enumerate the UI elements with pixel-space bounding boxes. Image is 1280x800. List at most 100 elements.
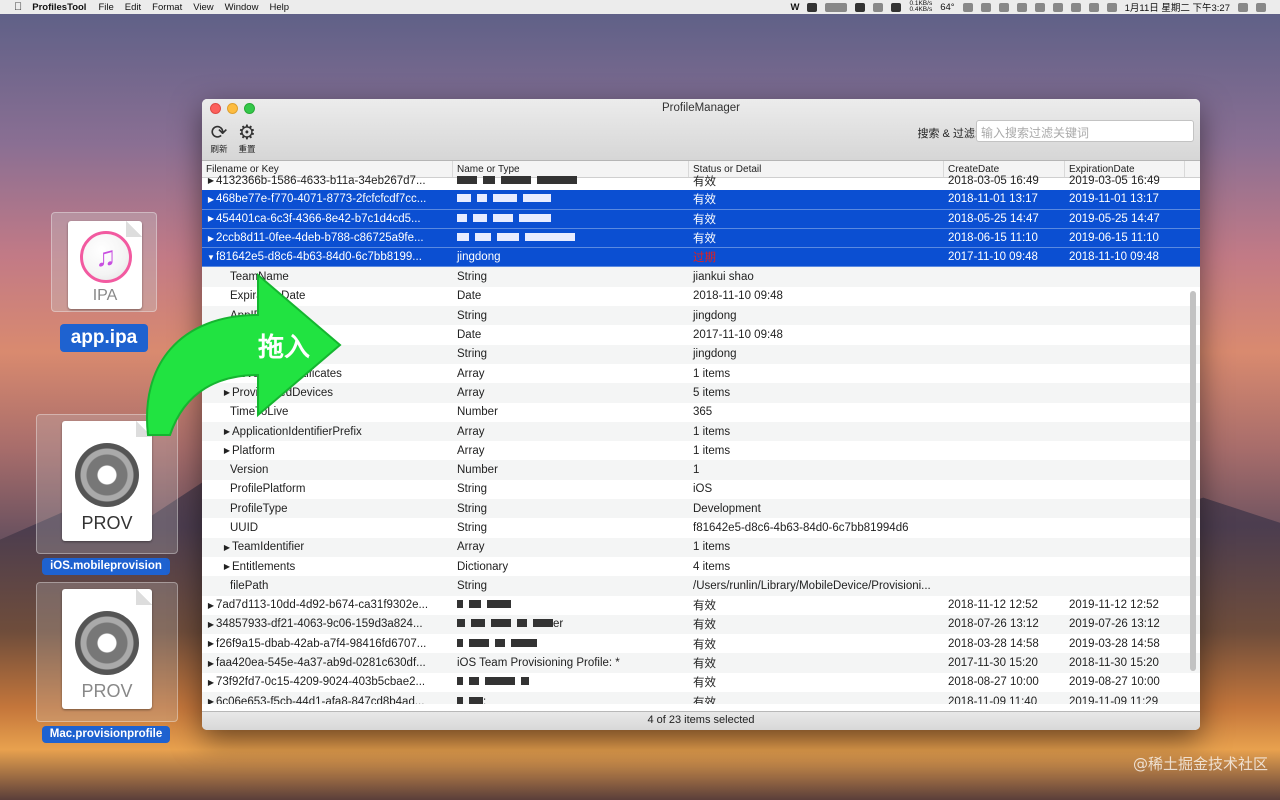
table-row-expanded[interactable]: ▼ f81642e5-d8c6-4b63-84d0-6c7bb8199... ji… — [202, 248, 1200, 268]
child-row[interactable]: filePath String/Users/runlin/Library/Mobi… — [202, 576, 1200, 596]
disclosure-triangle-icon[interactable]: ▶ — [222, 446, 232, 455]
vertical-scrollbar[interactable] — [1190, 291, 1196, 671]
redacted-name — [457, 213, 551, 222]
child-row[interactable]: ▶ TeamIdentifier Array 1 items — [202, 537, 1200, 557]
flag-icon[interactable] — [1106, 2, 1117, 12]
table-row[interactable]: ▶ 2ccb8d11-0fee-4deb-b788-c86725a9fe... 有… — [202, 228, 1200, 249]
disclosure-triangle-icon[interactable]: ▶ — [206, 195, 216, 204]
disclosure-triangle-icon[interactable]: ▶ — [206, 620, 216, 629]
network-speed: 0.1KB/s 0.4KB/s — [909, 0, 933, 13]
child-row[interactable]: NameStringjingdong — [202, 344, 1200, 364]
document-icon: PROV — [62, 421, 152, 541]
disclosure-triangle-icon[interactable]: ▶ — [206, 678, 216, 687]
child-row[interactable]: ▶ProvisionedDevicesArray5 items — [202, 383, 1200, 403]
child-row[interactable]: Version Number 1 — [202, 460, 1200, 480]
word-icon[interactable]: W — [790, 2, 799, 13]
table-row[interactable]: ▶ faa420ea-545e-4a37-ab9d-0281c630df... i… — [202, 653, 1200, 673]
redacted-name — [457, 600, 511, 609]
menu-file[interactable]: File — [98, 2, 113, 13]
redacted-name — [457, 696, 483, 704]
app-menu[interactable]: ProfilesTool — [32, 2, 86, 13]
bluetooth-icon[interactable] — [1034, 2, 1045, 12]
search-label: 搜索 & 过滤: — [917, 128, 978, 140]
disclosure-triangle-icon[interactable]: ▶ — [222, 543, 232, 552]
menu-help[interactable]: Help — [269, 2, 289, 13]
child-row[interactable]: ExpirationDateDate2018-11-10 09:48 — [202, 287, 1200, 306]
status-area: W 0.1KB/s 0.4KB/s 64° 1月11日 星期二 下午3:27 — [790, 0, 1280, 14]
table-row[interactable]: ▶ f26f9a15-dbab-42ab-a7f4-98416fd6707... … — [202, 634, 1200, 653]
time-machine-icon[interactable] — [1016, 2, 1027, 12]
refresh-icon: ⟳ — [210, 121, 228, 144]
table-row[interactable]: ▶ 4132366b-1586-4633-b11a-34eb267d7... 有效… — [202, 171, 1200, 190]
vpn-icon[interactable] — [980, 2, 991, 12]
app-status-icon[interactable] — [807, 2, 818, 12]
menu-view[interactable]: View — [193, 2, 213, 13]
table-row[interactable]: ▶ 454401ca-6c3f-4366-8e42-b7c1d4cd5... 有效… — [202, 209, 1200, 229]
mac-provision-filename[interactable]: Mac.provisionprofile — [42, 726, 170, 743]
prov-icon-label: PROV — [81, 513, 133, 533]
child-row[interactable]: TimeToLiveNumber365 — [202, 403, 1200, 422]
gear-icon — [75, 443, 139, 507]
volume-icon[interactable] — [1070, 2, 1081, 12]
window-title: ProfileManager — [662, 102, 740, 114]
status-bar: 4 of 23 items selected — [202, 711, 1200, 730]
search-input[interactable]: 输入搜索过滤关键词 — [976, 120, 1194, 142]
mac-provision-file-icon[interactable]: PROV — [36, 582, 178, 722]
memory-icon[interactable] — [873, 2, 884, 12]
disclosure-triangle-icon[interactable]: ▶ — [222, 562, 232, 571]
menu-window[interactable]: Window — [225, 2, 259, 13]
child-row[interactable]: UUID String f81642e5-d8c6-4b63-84d0-6c7bb8… — [202, 518, 1200, 537]
reset-label: 重置 — [238, 144, 256, 154]
grid-icon[interactable] — [855, 2, 866, 12]
disclosure-triangle-icon[interactable]: ▶ — [206, 234, 216, 243]
gear-icon — [75, 611, 139, 675]
disclosure-triangle-icon[interactable]: ▶ — [206, 659, 216, 668]
table-row[interactable]: ▶ 7ad7d113-10dd-4d92-b674-ca31f9302e... 有… — [202, 596, 1200, 615]
reset-button[interactable]: ⚙ 重置 — [236, 121, 258, 155]
drag-in-label: 拖入 — [258, 333, 311, 363]
temperature: 64° — [940, 1, 955, 13]
child-row[interactable]: TeamNameStringjiankui shao — [202, 267, 1200, 287]
redacted-name — [457, 638, 537, 647]
child-row[interactable]: ▶ Platform Array 1 items — [202, 441, 1200, 460]
profile-manager-window: ProfileManager ⟳ 刷新 ⚙ 重置 搜索 & 过滤: 输入搜索过滤… — [202, 99, 1200, 730]
table-row[interactable]: ▶ 6c06e653-f5cb-44d1-afa8-847cd8b4ad... :… — [202, 692, 1200, 704]
disclosure-triangle-icon[interactable]: ▶ — [206, 601, 216, 610]
outline-table: ▶ 4132366b-1586-4633-b11a-34eb267d7... 有效… — [202, 171, 1200, 704]
disclosure-triangle-open-icon[interactable]: ▼ — [206, 253, 216, 262]
gear-icon: ⚙ — [238, 121, 256, 144]
child-row[interactable]: CreationDateDate2017-11-10 09:48 — [202, 325, 1200, 344]
disclosure-triangle-icon[interactable]: ▶ — [206, 639, 216, 648]
notification-icon[interactable] — [998, 2, 1009, 12]
apple-menu-icon[interactable]:  — [14, 1, 22, 13]
table-row[interactable]: ▶ 73f92fd7-0c15-4209-9024-403b5cbae2... 有… — [202, 673, 1200, 692]
ipa-filename[interactable]: app.ipa — [60, 324, 148, 352]
child-row[interactable]: ProfilePlatform String iOS — [202, 480, 1200, 499]
disclosure-triangle-icon[interactable]: ▶ — [206, 176, 216, 185]
child-row[interactable]: ▶ ApplicationIdentifierPrefix Array 1 items — [202, 421, 1200, 442]
ios-provision-filename[interactable]: iOS.mobileprovision — [42, 558, 170, 575]
menu-format[interactable]: Format — [152, 2, 182, 13]
refresh-button[interactable]: ⟳ 刷新 — [208, 121, 230, 155]
child-row[interactable]: ▶ Entitlements Dictionary 4 items — [202, 557, 1200, 576]
child-row[interactable]: ProfileType String Development — [202, 499, 1200, 519]
search-icon[interactable] — [1238, 2, 1248, 12]
list-icon[interactable] — [1256, 2, 1266, 12]
battery-small-icon[interactable] — [891, 2, 902, 12]
table-row[interactable]: ▶ 468be77e-f770-4071-8773-2fcfcfcdf7cc...… — [202, 190, 1200, 210]
redacted-name — [457, 677, 529, 686]
disclosure-triangle-icon[interactable]: ▶ — [206, 697, 216, 704]
wifi-icon[interactable] — [1088, 2, 1099, 12]
redacted-name — [457, 233, 575, 242]
drag-arrow-icon — [146, 272, 342, 436]
menu-edit[interactable]: Edit — [125, 2, 141, 13]
table-row[interactable]: ▶ 34857933-df21-4063-9c06-159d3a824... er… — [202, 614, 1200, 635]
disclosure-triangle-icon[interactable]: ▶ — [206, 214, 216, 223]
prov-icon-label: PROV — [81, 681, 133, 701]
child-row[interactable]: ▶DeveloperCertificatesArray1 items — [202, 364, 1200, 383]
child-row[interactable]: AppIDNameStringjingdong — [202, 306, 1200, 326]
airplay-icon[interactable] — [1052, 2, 1063, 12]
clock[interactable]: 1月11日 星期二 下午3:27 — [1125, 0, 1230, 14]
ghost-icon[interactable] — [962, 2, 973, 12]
monitor-icon[interactable] — [825, 2, 848, 12]
